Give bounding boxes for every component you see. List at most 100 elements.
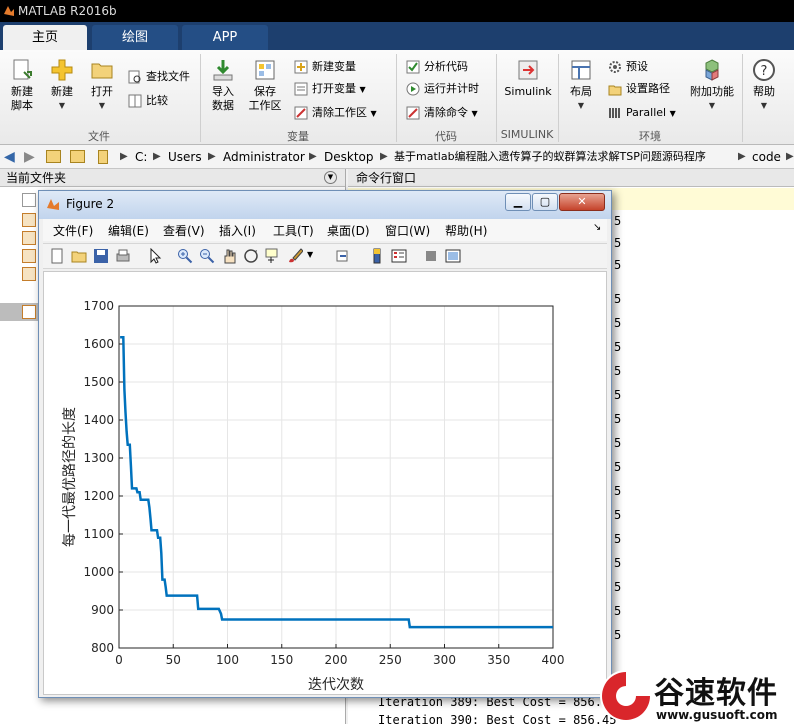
forward-arrow-icon[interactable]: ▶ <box>24 145 35 168</box>
breadcrumb-item[interactable]: C: <box>135 145 147 168</box>
tab-plots[interactable]: 绘图 <box>92 25 178 50</box>
dock-arrow-icon[interactable]: ↘ <box>593 222 601 233</box>
up-folder-icon[interactable] <box>46 150 61 163</box>
show-plot-tools-icon[interactable] <box>445 248 461 264</box>
pointer-icon[interactable] <box>147 248 163 264</box>
new-variable-icon <box>294 60 308 74</box>
compare-icon <box>128 94 142 108</box>
new-button[interactable]: 新建 ▼ <box>46 58 78 113</box>
breadcrumb-separator: ▶ <box>120 151 128 162</box>
breadcrumb-separator: ▶ <box>153 151 161 162</box>
legend-icon[interactable] <box>391 248 407 264</box>
browse-folder-icon[interactable] <box>70 150 85 163</box>
save-icon[interactable] <box>93 248 109 264</box>
file-icon[interactable] <box>22 193 36 207</box>
zoom-in-icon[interactable] <box>177 248 193 264</box>
series-line[interactable] <box>120 335 553 629</box>
open-variable-button[interactable]: 打开变量 ▼ <box>294 80 366 98</box>
x-tick-label: 100 <box>216 653 239 667</box>
fig-file-icon[interactable] <box>22 305 36 319</box>
import-data-button[interactable]: 导入 数据 <box>206 58 240 113</box>
new-variable-button[interactable]: 新建变量 <box>294 58 356 76</box>
clear-workspace-icon <box>294 106 308 120</box>
compare-button[interactable]: 比较 <box>128 92 168 110</box>
open-file-icon[interactable] <box>71 248 87 264</box>
tab-home[interactable]: 主页 <box>3 25 87 50</box>
line-plot[interactable]: 0 50 100 150 200 250 300 350 400 800 900 1000 1100 12… <box>44 272 606 694</box>
m-file-icon[interactable] <box>22 213 36 227</box>
clear-workspace-button[interactable]: 清除工作区 ▼ <box>294 104 377 122</box>
run-and-time-icon <box>406 82 420 96</box>
clear-commands-button[interactable]: 清除命令 ▼ <box>406 104 478 122</box>
menu-insert[interactable]: 插入(I) <box>219 222 256 239</box>
zoom-out-icon[interactable] <box>199 248 215 264</box>
rotate-3d-icon[interactable] <box>243 248 259 264</box>
tab-apps[interactable]: APP <box>182 25 268 50</box>
menu-desktop[interactable]: 桌面(D) <box>327 222 370 239</box>
figure-menubar: 文件(F) 编辑(E) 查看(V) 插入(I) 工具(T) 桌面(D) 窗口(W… <box>43 219 607 241</box>
new-figure-icon[interactable] <box>49 248 65 264</box>
data-cursor-icon[interactable] <box>265 248 281 264</box>
menu-help[interactable]: 帮助(H) <box>445 222 487 239</box>
menu-edit[interactable]: 编辑(E) <box>108 222 149 239</box>
group-label-environment: 环境 <box>639 130 661 143</box>
new-script-label-2: 脚本 <box>11 99 33 112</box>
analyze-code-button[interactable]: 分析代码 <box>406 58 468 76</box>
help-button[interactable]: ? 帮助 ▼ <box>748 58 780 113</box>
back-arrow-icon[interactable]: ◀ <box>4 145 15 168</box>
new-script-button[interactable]: 新建 脚本 <box>6 58 38 113</box>
maximize-button[interactable]: ▢ <box>532 193 558 211</box>
m-file-icon[interactable] <box>22 231 36 245</box>
menu-view[interactable]: 查看(V) <box>163 222 205 239</box>
x-tick-label: 0 <box>115 653 123 667</box>
help-label: 帮助 <box>753 85 775 98</box>
parallel-icon <box>609 108 620 118</box>
figure-canvas[interactable]: 0 50 100 150 200 250 300 350 400 800 900 1000 1100 12… <box>43 271 607 695</box>
open-button[interactable]: 打开 ▼ <box>86 58 118 113</box>
y-tick-label: 800 <box>91 641 114 655</box>
simulink-button[interactable]: Simulink <box>502 58 554 99</box>
link-plot-icon[interactable] <box>335 248 351 264</box>
brush-dropdown-icon[interactable]: ▼ <box>307 250 313 259</box>
open-variable-label: 打开变量 <box>312 82 356 95</box>
ribbon-divider <box>200 54 201 142</box>
pan-icon[interactable] <box>221 248 237 264</box>
breadcrumb-item[interactable]: code <box>752 145 781 168</box>
command-output-digit: 5 <box>614 532 622 546</box>
save-workspace-button[interactable]: 保存 工作区 <box>246 58 284 113</box>
menu-tools[interactable]: 工具(T) <box>273 222 314 239</box>
set-path-button[interactable]: 设置路径 <box>608 80 670 98</box>
brush-icon[interactable] <box>287 248 303 264</box>
m-file-icon[interactable] <box>22 267 36 281</box>
layout-button[interactable]: 布局 ▼ <box>565 58 597 113</box>
layout-label: 布局 <box>570 85 592 98</box>
run-and-time-button[interactable]: 运行并计时 <box>406 80 479 98</box>
breadcrumb-item[interactable]: Users <box>168 145 202 168</box>
parallel-button[interactable]: Parallel ▼ <box>608 104 676 122</box>
menu-window[interactable]: 窗口(W) <box>385 222 430 239</box>
command-output-digit: 5 <box>614 628 622 642</box>
colorbar-icon[interactable] <box>369 248 385 264</box>
figure-title-bar[interactable]: Figure 2 ▁ ▢ ✕ <box>39 191 611 219</box>
clear-commands-icon <box>406 106 420 120</box>
command-output-digit: 5 <box>614 364 622 378</box>
preferences-button[interactable]: 预设 <box>608 58 648 76</box>
addons-button[interactable]: 附加功能 ▼ <box>686 58 738 113</box>
command-output-digit: 5 <box>614 556 622 570</box>
ribbon-tabbar: 主页 绘图 APP <box>0 22 794 50</box>
breadcrumb-item[interactable]: Administrator <box>223 145 305 168</box>
breadcrumb-item[interactable]: Desktop <box>324 145 374 168</box>
menu-file[interactable]: 文件(F) <box>53 222 93 239</box>
gear-icon <box>609 61 621 73</box>
panel-actions-icon[interactable]: ▼ <box>324 171 337 184</box>
close-button[interactable]: ✕ <box>559 193 605 211</box>
figure-window[interactable]: Figure 2 ▁ ▢ ✕ 文件(F) 编辑(E) 查看(V) 插入(I) 工… <box>38 190 612 698</box>
print-icon[interactable] <box>115 248 131 264</box>
x-tick-label: 150 <box>270 653 293 667</box>
m-file-icon[interactable] <box>22 249 36 263</box>
address-bar: ◀ ▶ ▶ C: ▶ Users ▶ Administrator ▶ Deskt… <box>0 145 794 169</box>
hide-plot-tools-icon[interactable] <box>423 248 439 264</box>
minimize-button[interactable]: ▁ <box>505 193 531 211</box>
find-files-button[interactable]: 查找文件 <box>128 68 190 86</box>
breadcrumb-item[interactable]: 基于matlab编程融入遗传算子的蚁群算法求解TSP问题源码程序 <box>394 145 706 168</box>
